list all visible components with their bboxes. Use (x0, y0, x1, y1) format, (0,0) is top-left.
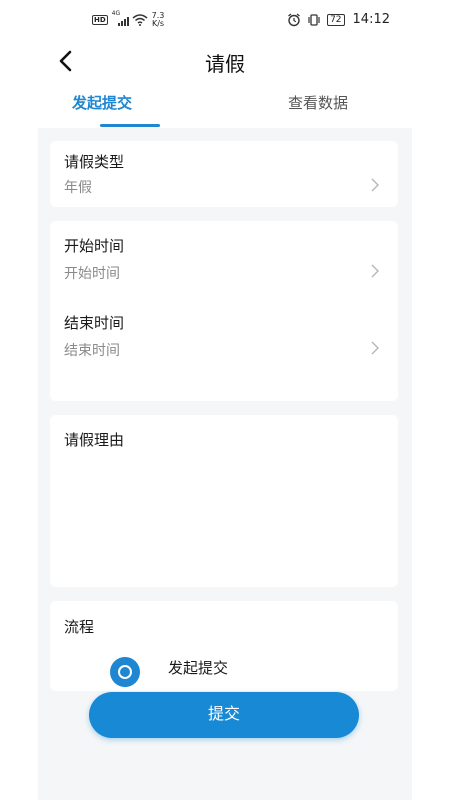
submit-button[interactable]: 提交 (89, 692, 359, 738)
status-left: HD 4G 7.3 K/s (92, 10, 165, 28)
page-title: 请假 (205, 52, 245, 76)
flow-card: 流程 发起提交 (50, 601, 398, 691)
leave-type-label: 请假类型 (64, 153, 125, 171)
network-speed: 7.3 K/s (152, 12, 165, 28)
tab-bar: 发起提交 查看数据 (38, 84, 412, 128)
flow-step-label: 发起提交 (168, 659, 229, 677)
tab-view-data[interactable]: 查看数据 (258, 92, 378, 113)
chevron-right-icon (371, 178, 379, 192)
reason-field[interactable]: 请假理由 (50, 415, 398, 587)
chevron-right-icon (371, 264, 379, 278)
network-type: 4G (111, 10, 121, 17)
vibrate-icon (308, 13, 320, 26)
leave-type-field[interactable]: 请假类型 年假 (50, 141, 398, 207)
tab-submit[interactable]: 发起提交 (38, 92, 166, 113)
wifi-icon (132, 14, 148, 26)
leave-type-value: 年假 (64, 180, 92, 196)
status-bar: HD 4G 7.3 K/s 72 14:12 (0, 0, 450, 40)
flow-step-node-icon (110, 657, 140, 687)
battery-icon: 72 (327, 13, 345, 26)
chevron-right-icon (371, 341, 379, 355)
start-time-value: 开始时间 (64, 266, 120, 282)
time-card: 开始时间 开始时间 结束时间 结束时间 (50, 221, 398, 401)
reason-label: 请假理由 (64, 431, 125, 449)
hd-badge: HD (92, 15, 108, 25)
speed-unit: K/s (151, 19, 165, 28)
status-right: 72 14:12 (287, 12, 390, 27)
end-time-label: 结束时间 (64, 314, 125, 332)
start-time-label: 开始时间 (64, 237, 125, 255)
nav-bar: 请假 (0, 40, 450, 84)
alarm-icon (288, 12, 300, 26)
flow-label: 流程 (64, 618, 95, 636)
cellular-signal-icon: 4G (112, 10, 129, 26)
end-time-value: 结束时间 (64, 343, 120, 359)
clock: 14:12 (352, 12, 390, 27)
active-tab-indicator (100, 124, 160, 127)
